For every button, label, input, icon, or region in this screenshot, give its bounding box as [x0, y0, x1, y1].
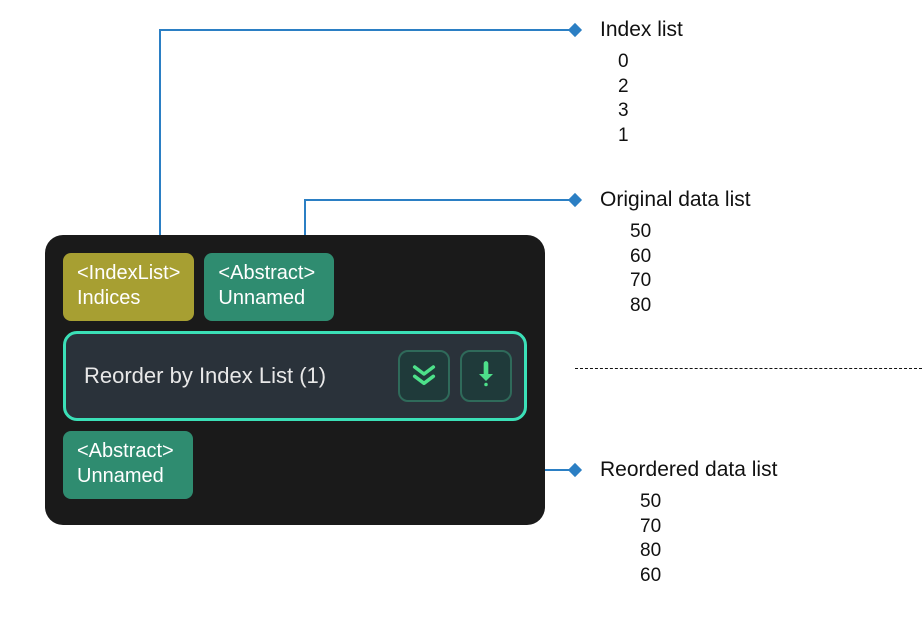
annotation-original-data-values: 50 60 70 80 — [630, 220, 651, 319]
list-item: 2 — [618, 75, 629, 100]
list-item: 1 — [618, 124, 629, 149]
list-item: 60 — [630, 245, 651, 270]
list-item: 60 — [640, 564, 661, 589]
annotation-index-list-values: 0 2 3 1 — [618, 50, 629, 149]
node-body[interactable]: Reorder by Index List (1) — [63, 331, 527, 421]
port-type-label: <Abstract> — [77, 439, 179, 464]
port-type-label: <Abstract> — [218, 261, 320, 286]
node-panel: <IndexList> Indices <Abstract> Unnamed R… — [45, 235, 545, 525]
double-chevron-down-icon — [410, 360, 438, 393]
output-port-abstract[interactable]: <Abstract> Unnamed — [63, 431, 193, 499]
port-name-label: Unnamed — [77, 464, 179, 489]
list-item: 50 — [630, 220, 651, 245]
node-title: Reorder by Index List (1) — [84, 363, 398, 389]
run-button[interactable] — [460, 350, 512, 402]
annotation-original-data-label: Original data list — [600, 188, 751, 212]
list-item: 70 — [640, 515, 661, 540]
input-port-indices[interactable]: <IndexList> Indices — [63, 253, 194, 321]
annotation-reordered-data-label: Reordered data list — [600, 458, 777, 482]
port-name-label: Indices — [77, 286, 180, 311]
output-ports-row: <Abstract> Unnamed — [63, 431, 527, 499]
node-buttons — [398, 350, 512, 402]
divider-line — [575, 368, 922, 369]
list-item: 3 — [618, 99, 629, 124]
input-ports-row: <IndexList> Indices <Abstract> Unnamed — [63, 253, 527, 321]
list-item: 0 — [618, 50, 629, 75]
list-item: 70 — [630, 269, 651, 294]
port-name-label: Unnamed — [218, 286, 320, 311]
input-port-abstract[interactable]: <Abstract> Unnamed — [204, 253, 334, 321]
expand-down-button[interactable] — [398, 350, 450, 402]
annotation-index-list-label: Index list — [600, 18, 683, 42]
list-item: 80 — [630, 294, 651, 319]
arrow-down-icon — [472, 360, 500, 393]
port-type-label: <IndexList> — [77, 261, 180, 286]
annotation-reordered-data-values: 50 70 80 60 — [640, 490, 661, 589]
list-item: 50 — [640, 490, 661, 515]
list-item: 80 — [640, 539, 661, 564]
